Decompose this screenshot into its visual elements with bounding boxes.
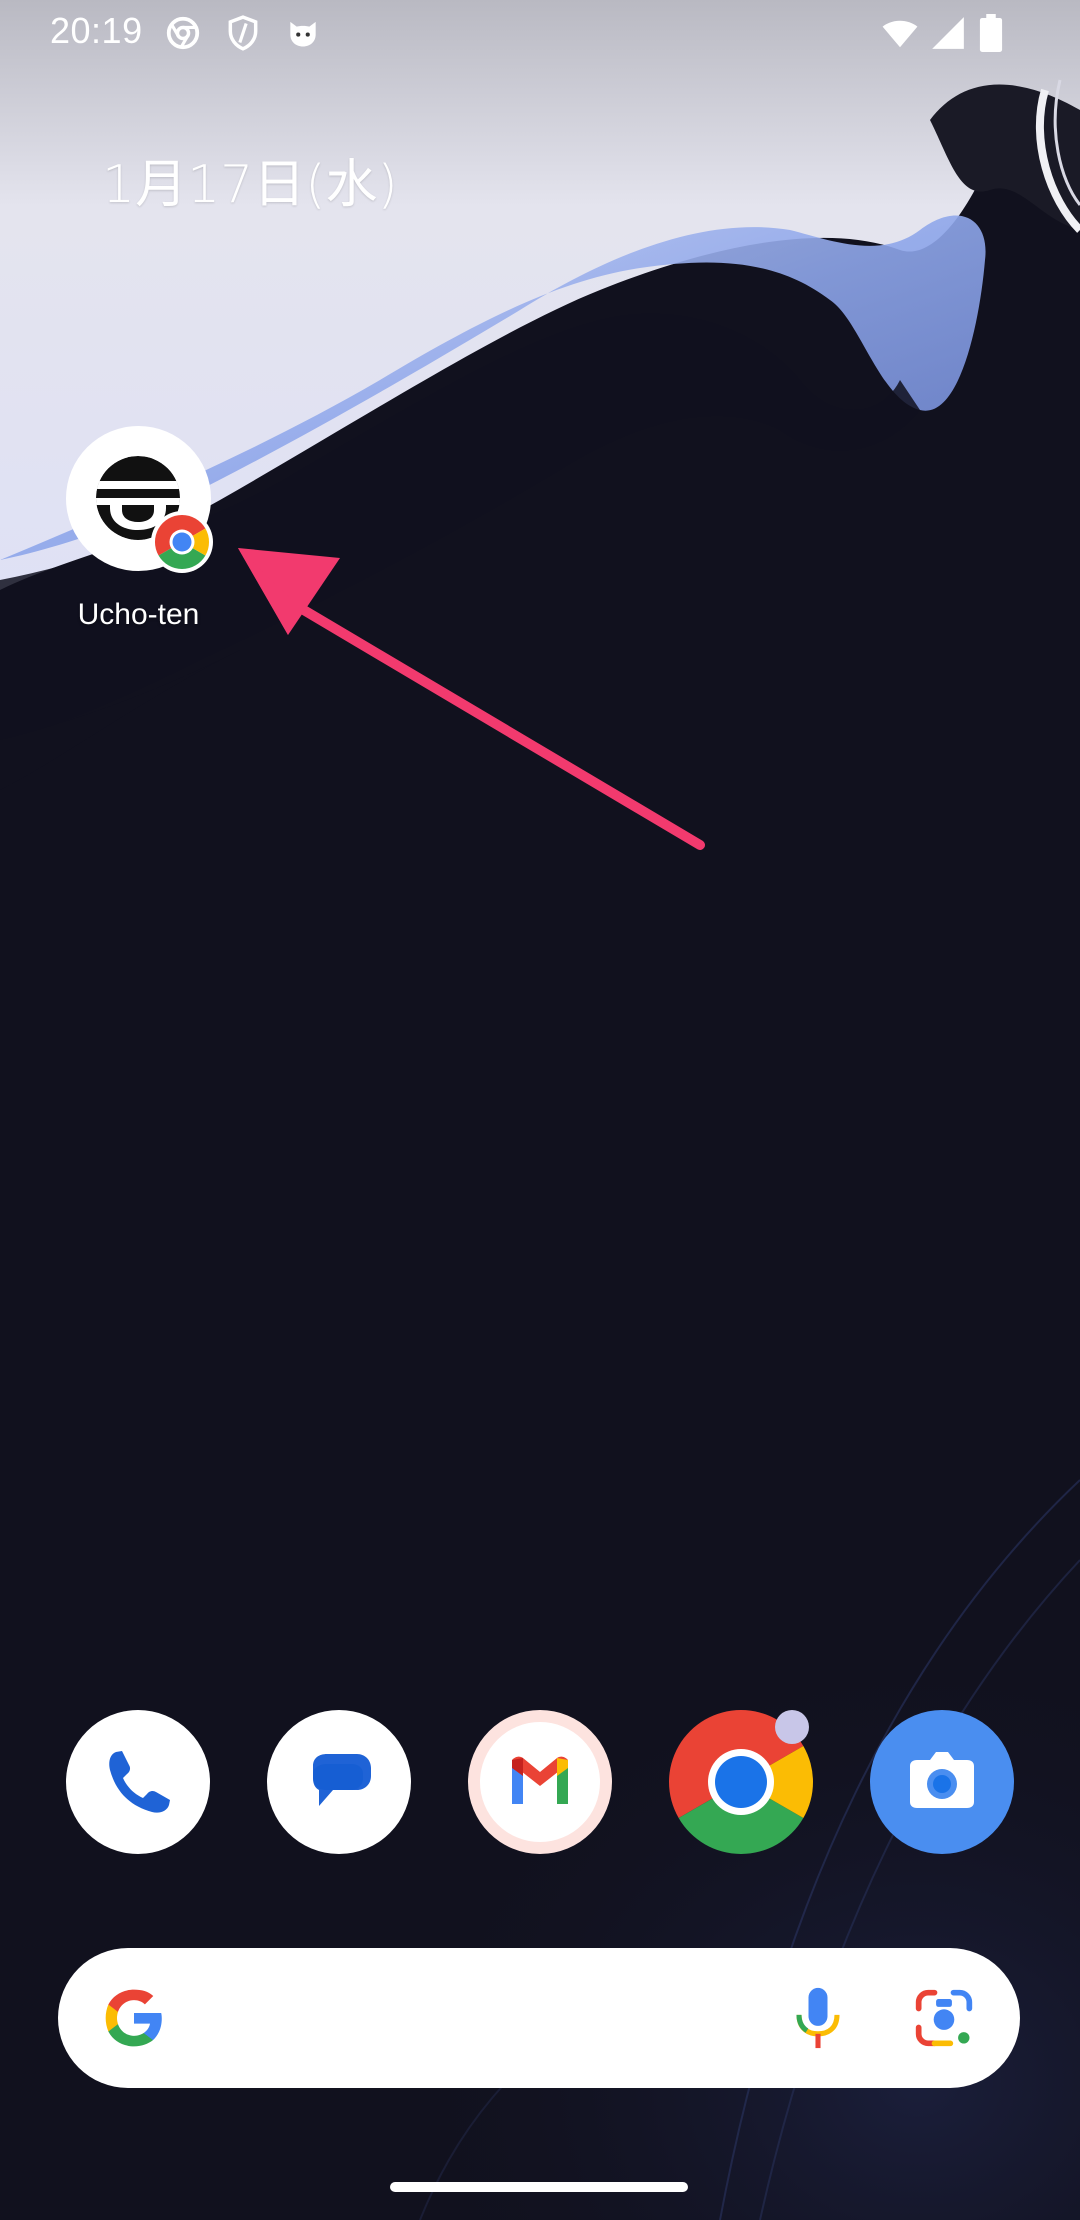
notification-dot — [775, 1710, 809, 1744]
gesture-nav-handle[interactable] — [390, 2182, 688, 2192]
google-search-bar[interactable] — [58, 1948, 1020, 2088]
messages-icon — [313, 1754, 371, 1806]
messages-app[interactable] — [267, 1710, 411, 1854]
pointer-arrow-icon — [238, 548, 705, 850]
google-g-icon[interactable] — [100, 1984, 168, 2052]
phone-icon — [109, 1751, 170, 1813]
google-lens-icon[interactable] — [906, 1980, 982, 2056]
gmail-icon — [480, 1722, 600, 1842]
camera-icon — [910, 1752, 974, 1808]
chrome-app[interactable] — [669, 1710, 813, 1854]
phone-app[interactable] — [66, 1710, 210, 1854]
camera-app[interactable] — [870, 1710, 1014, 1854]
microphone-icon[interactable] — [780, 1980, 856, 2056]
gmail-app[interactable] — [468, 1710, 612, 1854]
